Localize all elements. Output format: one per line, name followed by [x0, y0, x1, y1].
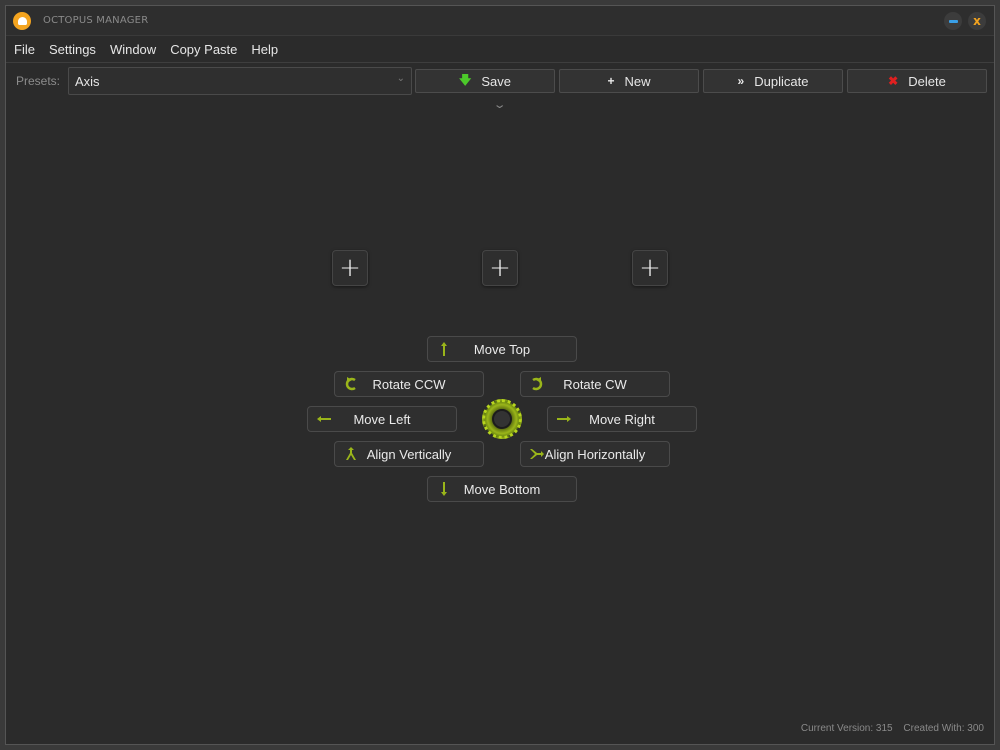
rotate-cw-icon	[529, 376, 545, 392]
move-top-button[interactable]: Move Top	[427, 336, 577, 362]
duplicate-label: Duplicate	[754, 73, 809, 89]
add-slot-button-right[interactable]: +	[632, 250, 668, 286]
arrow-down-icon	[436, 481, 452, 497]
current-version-text: Current Version: 315	[800, 723, 893, 734]
center-anchor-core	[492, 409, 512, 429]
save-button[interactable]: 🡇 Save	[415, 69, 555, 93]
menu-help[interactable]: Help	[251, 42, 278, 57]
plus-icon: +	[639, 253, 661, 283]
rotate-cw-button[interactable]: Rotate CW	[520, 371, 670, 397]
move-left-button[interactable]: Move Left	[307, 406, 457, 432]
app-logo-icon	[13, 12, 31, 30]
align-vertically-icon	[343, 446, 359, 462]
title-bar[interactable]: OCTOPUS MANAGER x	[6, 6, 994, 36]
window-title: OCTOPUS MANAGER	[43, 15, 149, 26]
minimize-icon	[948, 19, 958, 23]
add-slot-button-left[interactable]: +	[332, 250, 368, 286]
collapse-toolbar-chevron-icon[interactable]: ⌄	[493, 98, 507, 111]
align-horizontally-icon	[529, 446, 545, 462]
presets-toolbar: Presets: Axis ⌄ 🡇 Save + New » Duplicate…	[6, 64, 994, 98]
rotate-ccw-icon	[343, 376, 359, 392]
rotate-ccw-button[interactable]: Rotate CCW	[334, 371, 484, 397]
menu-bar: File Settings Window Copy Paste Help	[6, 37, 994, 63]
arrow-left-icon	[316, 411, 332, 427]
menu-file[interactable]: File	[14, 42, 35, 57]
align-vertically-button[interactable]: Align Vertically	[334, 441, 484, 467]
double-chevron-right-icon: »	[737, 74, 745, 88]
new-label: New	[624, 73, 651, 89]
minimize-button[interactable]	[944, 12, 962, 30]
arrow-down-icon: 🡇	[459, 72, 472, 87]
delete-button[interactable]: ✖ Delete	[847, 69, 987, 93]
created-with-text: Created With: 300	[903, 723, 984, 734]
move-bottom-button[interactable]: Move Bottom	[427, 476, 577, 502]
new-button[interactable]: + New	[559, 69, 699, 93]
align-horizontally-button[interactable]: Align Horizontally	[520, 441, 670, 467]
menu-copy-paste[interactable]: Copy Paste	[170, 42, 237, 57]
delete-label: Delete	[908, 73, 946, 89]
plus-icon: +	[607, 74, 615, 88]
move-right-button[interactable]: Move Right	[547, 406, 697, 432]
preset-select[interactable]: Axis ⌄	[68, 67, 412, 95]
duplicate-button[interactable]: » Duplicate	[703, 69, 843, 93]
preset-value: Axis	[75, 74, 100, 89]
arrow-right-icon	[556, 411, 572, 427]
center-anchor-knob[interactable]	[482, 399, 522, 439]
close-button[interactable]: x	[968, 12, 986, 30]
presets-label: Presets:	[16, 74, 61, 88]
add-slot-button-center[interactable]: +	[482, 250, 518, 286]
app-window: OCTOPUS MANAGER x File Settings Window C…	[5, 5, 995, 745]
status-footer: Current Version: 315 Created With: 300	[793, 723, 984, 734]
plus-icon: +	[489, 253, 511, 283]
plus-icon: +	[339, 253, 361, 283]
menu-settings[interactable]: Settings	[49, 42, 96, 57]
menu-window[interactable]: Window	[110, 42, 156, 57]
close-icon: x	[973, 14, 981, 28]
chevron-down-icon: ⌄	[396, 73, 405, 84]
x-icon: ✖	[888, 74, 899, 88]
save-label: Save	[481, 73, 511, 89]
arrow-up-icon	[436, 341, 452, 357]
